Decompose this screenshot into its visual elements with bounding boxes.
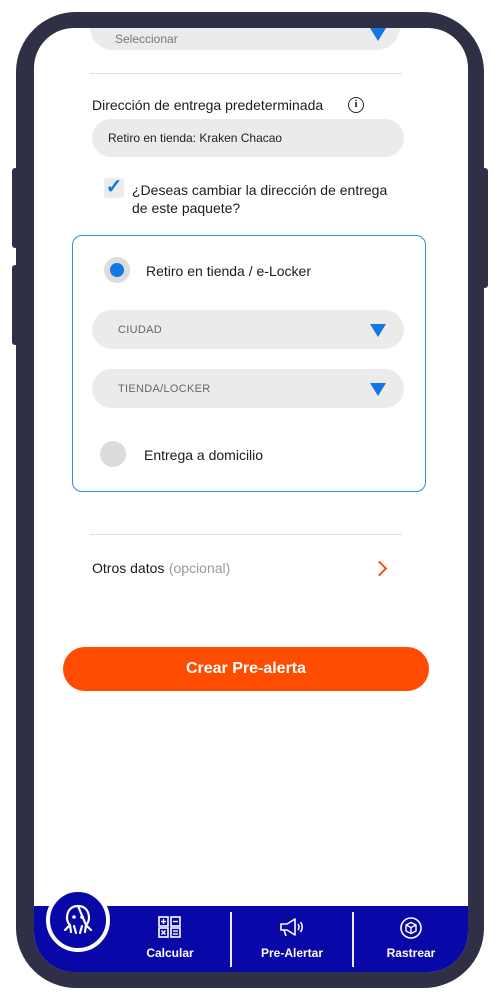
divider-top <box>90 73 402 74</box>
change-address-checkbox[interactable]: ✓ <box>104 177 124 198</box>
home-logo-button[interactable] <box>46 888 110 952</box>
info-icon[interactable]: i <box>348 97 364 113</box>
store-locker-dropdown-arrow-icon <box>370 383 386 396</box>
phone-side-button-right <box>482 168 488 288</box>
phone-side-button-left-bottom <box>12 265 18 345</box>
store-locker-dropdown[interactable]: TIENDA/LOCKER <box>92 369 404 408</box>
other-data-hint: (opcional) <box>168 560 231 576</box>
delivery-label: Dirección de entrega predeterminada <box>92 97 324 113</box>
nav-item-rastrear[interactable]: Rastrear <box>354 906 468 972</box>
nav-label-pre-alertar: Pre-Alertar <box>260 946 324 960</box>
nav-label-calcular: Calcular <box>146 946 194 960</box>
nav-label-rastrear: Rastrear <box>386 946 436 960</box>
other-data-row[interactable]: Otros datos (opcional) <box>92 560 398 582</box>
divider-middle <box>90 534 402 535</box>
city-dropdown-placeholder: CIUDAD <box>118 324 162 336</box>
create-pre-alert-button[interactable]: Crear Pre-alerta <box>63 647 429 691</box>
nav-item-calcular[interactable]: Calcular <box>110 906 230 972</box>
radio-home-delivery[interactable] <box>100 441 126 467</box>
top-select-placeholder: Seleccionar <box>115 32 178 46</box>
other-data-label: Otros datos <box>92 560 165 576</box>
change-address-question: ¿Deseas cambiar la dirección de entrega … <box>132 181 387 217</box>
phone-side-button-left-top <box>12 168 18 248</box>
city-dropdown-arrow-icon <box>370 324 386 337</box>
change-address-line-1: ¿Deseas cambiar la dirección de entrega <box>132 182 388 198</box>
delivery-address-field: Retiro en tienda: Kraken Chacao <box>92 119 404 157</box>
nav-item-pre-alertar[interactable]: Pre-Alertar <box>232 906 352 972</box>
home-delivery-option-label[interactable]: Entrega a domicilio <box>144 447 263 463</box>
change-address-line-2: de este paquete? <box>132 200 241 216</box>
megaphone-icon <box>280 918 303 937</box>
pickup-option-label[interactable]: Retiro en tienda / e-Locker <box>146 263 311 279</box>
radio-pickup-selected[interactable] <box>104 257 130 283</box>
store-locker-dropdown-placeholder: TIENDA/LOCKER <box>118 383 211 395</box>
city-dropdown[interactable]: CIUDAD <box>92 310 404 349</box>
delivery-address-value: Retiro en tienda: Kraken Chacao <box>108 131 283 145</box>
package-tracking-icon <box>400 917 422 939</box>
top-select[interactable]: Seleccionar <box>90 28 400 50</box>
top-select-dropdown-icon <box>370 28 386 41</box>
calculator-icon <box>158 916 181 938</box>
octopus-logo-icon <box>63 904 93 935</box>
app-screen: Seleccionar Dirección de entrega predete… <box>34 28 468 972</box>
